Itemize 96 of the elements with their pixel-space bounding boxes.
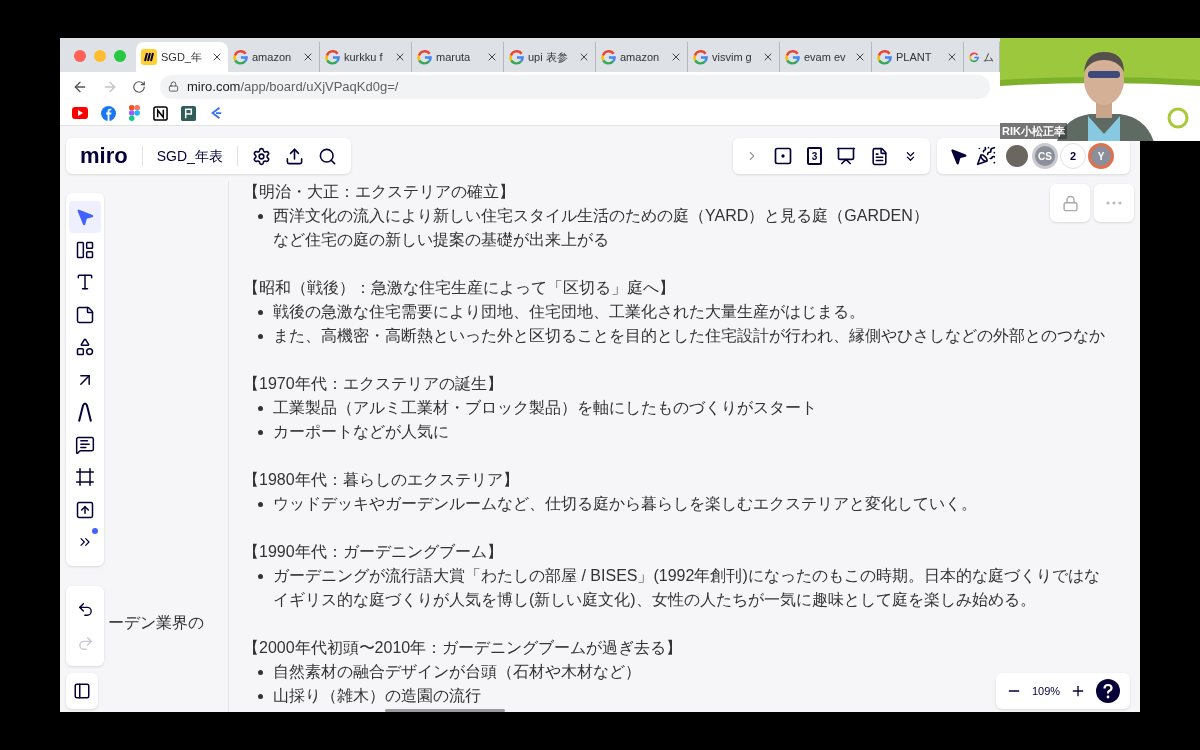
pen-icon [78,401,92,423]
bullet-text: ウッドデッキやガーデンルームなど、仕切る庭から暮らしを楽しむエクステリアと変化していく。 [273,494,977,514]
upload-icon [75,499,95,520]
share-icon[interactable] [284,146,304,166]
board-favicon-icon [141,49,157,65]
avatar[interactable] [1004,143,1030,169]
lock-icon [1061,194,1079,212]
frame-icon [75,467,95,487]
bullet-text: 工業製品（アルミ工業材・ブロック製品）を軸にしたものづくりがスタート [273,398,817,418]
presentation-icon[interactable] [836,146,856,166]
settings-icon[interactable] [251,146,271,166]
favicon-icon [417,49,432,65]
close-icon[interactable] [670,51,682,63]
bullet-icon [258,670,263,675]
close-icon[interactable] [854,51,866,63]
chevron-bookmark-icon[interactable] [209,106,223,120]
tab-title: kurkku f [344,49,384,65]
bullet-text: 西洋文化の流入により新しい住宅スタイル生活のための庭（YARD）と見る庭（GARDEN） など住宅の庭の新しい提案の基礎が出来上がる [273,206,929,250]
bullet-icon [258,310,263,315]
social-bookmark-icon[interactable] [101,105,116,121]
comment-icon [75,434,95,455]
help-icon[interactable] [1096,679,1121,703]
bullet-icon [258,574,263,579]
notes-icon[interactable] [870,146,889,166]
favicon-icon [693,49,708,65]
close-icon[interactable] [946,51,958,63]
sticky-note-icon [75,304,95,325]
tab-title: upi 表参 [528,49,569,65]
bullet-icon [258,502,263,507]
favicon-icon [509,49,524,65]
tab-title: SGD_年 [161,49,203,65]
favicon-icon [233,49,248,65]
url-host: miro.com [187,78,241,94]
notes-bookmark-icon[interactable] [153,105,168,121]
favicon-icon [601,49,616,65]
tab-title: ム [983,49,994,65]
section-heading: 【明治・大正：エクステリアの確立】 [243,182,515,202]
section-heading: 【1980年代：暮らしのエクステリア】 [243,470,519,490]
text-icon [75,272,95,292]
close-icon[interactable] [302,51,314,63]
bullet-icon [258,406,263,411]
bullet-text: 戦後の急激な住宅需要により団地、住宅団地、工業化された大量生産がはじまる。 [273,302,865,322]
bullet-text: 山採り（雑木）の造園の流行 [273,686,481,706]
bullet-text: ガーデニングが流行語大賞「わたしの部屋 / BISES」(1992年創刊)になったのもこの時期。日本的な庭づくりではな イギリス的な庭づくりが人気を博し(新しい庭文化)、女性の人たちが一気に趣味として庭を楽しみ始める。 [273,566,1100,610]
browser-tab[interactable]: SGD_年 [136,42,228,72]
address-field[interactable]: miro.com/app/board/uXjVPaqKd0g=/ [160,74,990,99]
bullet-icon [258,430,263,435]
section-heading: 【1970年代：エクステリアの誕生】 [243,374,503,394]
favicon-icon [785,49,800,65]
bullet-icon [258,694,263,699]
tab-title: maruta [436,49,472,65]
party-popper-icon[interactable] [976,146,996,166]
reload-icon[interactable] [132,79,146,94]
bullet-icon [258,334,263,339]
section-heading: 【1990年代：ガーデニングブーム】 [243,542,503,562]
url-path: /app/board/uXjVPaqKd0g=/ [240,78,399,94]
close-icon[interactable] [578,51,590,63]
horizontal-scrollbar[interactable] [385,709,505,712]
close-icon[interactable] [762,51,774,63]
design-bookmark-icon[interactable] [129,105,140,121]
favicon-icon [877,49,892,65]
card-icon[interactable] [773,146,793,166]
zoom-level[interactable]: 109% [1032,682,1061,700]
tab-title: PLANT [896,49,933,65]
board-name[interactable]: SGD_年表 [156,145,223,167]
more-icon [1106,201,1122,205]
counter-icon[interactable]: 3 [807,147,822,165]
video-bookmark-icon[interactable] [72,107,88,119]
close-icon[interactable] [211,51,223,63]
cursor-icon[interactable] [949,146,968,166]
select-icon [75,207,95,227]
undo-icon [76,600,94,618]
section-heading: 【2000年代初頭〜2010年：ガーデニングブームが過ぎ去る】 [243,638,683,658]
search-icon[interactable] [317,146,337,166]
redo-icon [76,634,94,652]
section-heading: 【昭和（戦後）：急激な住宅生産によって「区切る」庭へ】 [243,278,675,298]
tab-title: evam ev [804,49,847,65]
close-icon[interactable] [394,51,406,63]
template-icon [75,239,95,260]
bullet-text: カーポートなどが人気に [273,422,449,442]
bullet-text: また、高機密・高断熱といった外と区切ることを目的とした住宅設計が行われ、縁側やひさしなどの外部とのつなか [273,326,1105,346]
text-fragment: ーデン業界の [108,613,204,633]
panel-icon [73,682,91,700]
panel-button[interactable] [66,673,98,709]
collaborator-count[interactable]: 2 [1060,143,1086,169]
tab-title: visvim g [712,49,753,65]
shapes-icon [75,337,95,357]
lock-icon [168,81,179,92]
tab-title: amazon [620,49,661,65]
square-bookmark-icon[interactable] [181,105,196,121]
bullet-icon [258,214,263,219]
bullet-text: 自然素材の融合デザインが台頭（石材や木材など） [273,662,641,682]
miro-logo[interactable]: miro [80,145,128,167]
tab-title: amazon [252,49,293,65]
close-icon[interactable] [486,51,498,63]
favicon-icon [325,49,340,65]
